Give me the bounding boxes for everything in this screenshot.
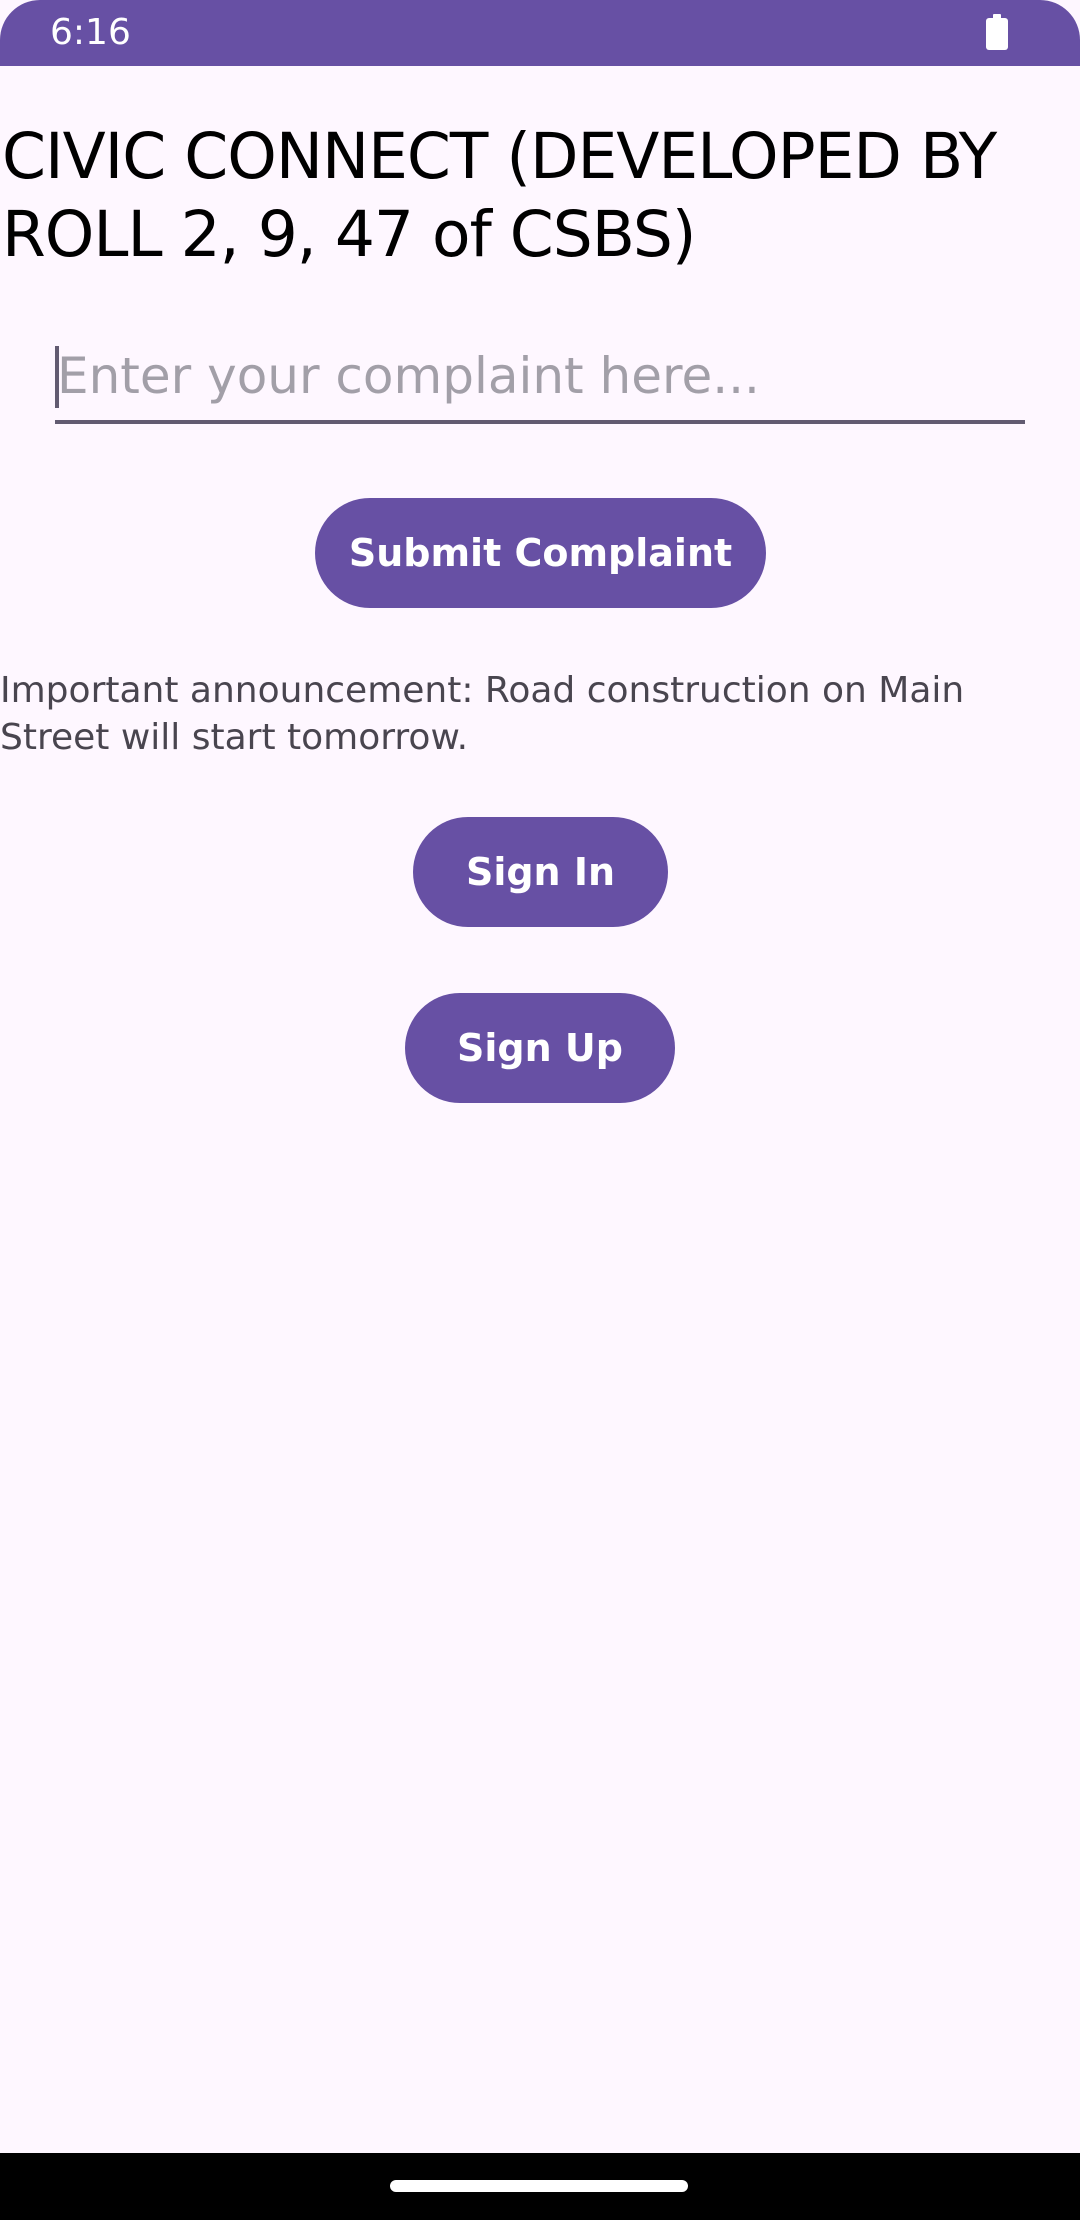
status-bar: 6:16	[0, 0, 1080, 66]
announcement-text: Important announcement: Road constructio…	[0, 670, 965, 758]
sign-in-button[interactable]: Sign In	[413, 817, 668, 927]
battery-icon	[986, 14, 1008, 50]
submit-complaint-button[interactable]: Submit Complaint	[315, 498, 766, 608]
sign-up-button[interactable]: Sign Up	[405, 993, 675, 1103]
page-title: CIVIC CONNECT (DEVELOPED BY ROLL 2, 9, 4…	[2, 120, 997, 271]
battery-body	[986, 18, 1008, 50]
status-time: 6:16	[50, 12, 131, 53]
complaint-field[interactable]	[55, 336, 1025, 424]
text-cursor	[55, 346, 59, 408]
home-indicator[interactable]	[390, 2180, 688, 2192]
navigation-bar	[0, 2153, 1080, 2220]
complaint-input[interactable]	[55, 336, 1025, 416]
